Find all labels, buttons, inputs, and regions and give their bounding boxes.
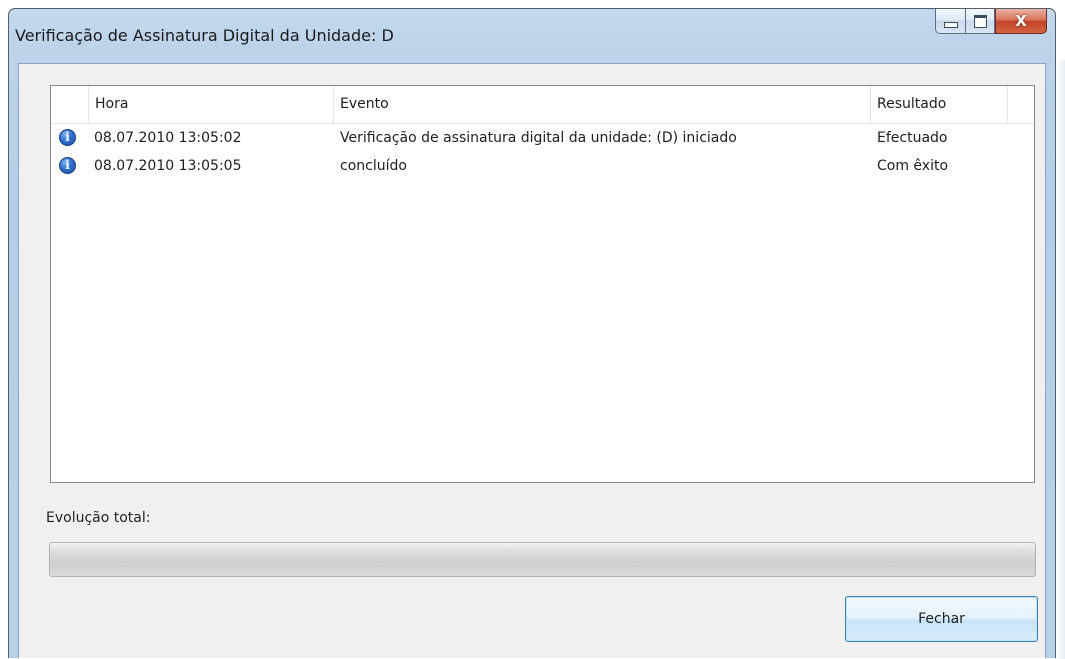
info-icon: i (59, 157, 76, 174)
dialog-window: Verificação de Assinatura Digital da Uni… (8, 8, 1056, 658)
list-header: Hora Evento Resultado (51, 86, 1034, 124)
column-header-hora[interactable]: Hora (89, 86, 334, 123)
column-header-icon (51, 86, 89, 123)
window-title: Verificação de Assinatura Digital da Uni… (15, 26, 394, 45)
list-item[interactable]: i 08.07.2010 13:05:05 concluído Com êxit… (51, 152, 1034, 180)
progress-label: Evolução total: (46, 510, 151, 526)
list-item[interactable]: i 08.07.2010 13:05:02 Verificação de ass… (51, 124, 1034, 152)
close-window-button[interactable]: X (995, 9, 1047, 34)
fechar-button[interactable]: Fechar (845, 596, 1038, 642)
caption-buttons: X (935, 9, 1047, 34)
row-event: Verificação de assinatura digital da uni… (340, 130, 737, 146)
dialog-body: Hora Evento Resultado i 08.07.2010 13:05… (18, 63, 1046, 658)
maximize-icon (973, 14, 987, 28)
info-icon: i (59, 129, 76, 146)
row-result: Com êxito (877, 158, 949, 174)
close-icon: X (1015, 12, 1027, 30)
row-result: Efectuado (877, 130, 948, 146)
row-event: concluído (340, 158, 407, 174)
maximize-button[interactable] (965, 9, 995, 34)
row-time: 08.07.2010 13:05:05 (94, 158, 242, 174)
column-header-resultado[interactable]: Resultado (871, 86, 1008, 123)
column-header-evento[interactable]: Evento (334, 86, 871, 123)
background-strip (1056, 60, 1065, 659)
title-bar[interactable]: Verificação de Assinatura Digital da Uni… (9, 9, 1055, 63)
row-time: 08.07.2010 13:05:02 (94, 130, 242, 146)
minimize-icon (943, 22, 958, 28)
event-list[interactable]: Hora Evento Resultado i 08.07.2010 13:05… (50, 85, 1035, 483)
total-progress-bar (49, 542, 1036, 577)
minimize-button[interactable] (935, 9, 965, 34)
